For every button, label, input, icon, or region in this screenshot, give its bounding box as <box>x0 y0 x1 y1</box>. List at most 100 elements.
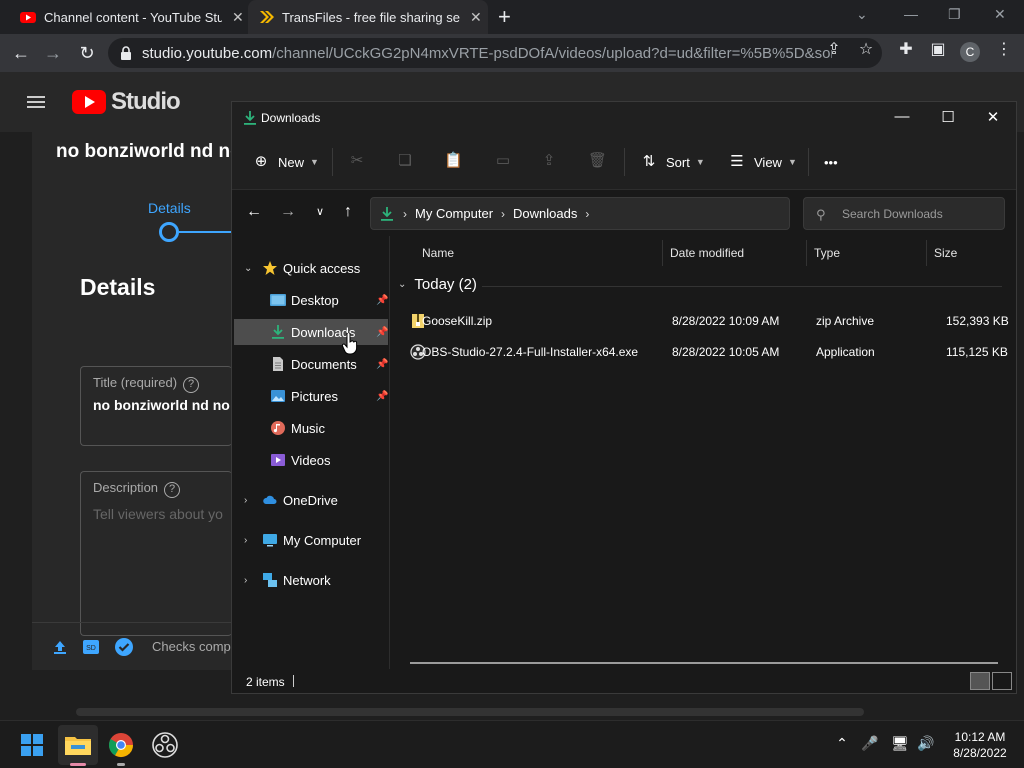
obs-studio-icon[interactable] <box>149 729 181 761</box>
column-header-date-modified[interactable]: Date modified <box>670 246 744 260</box>
nav-label: Documents <box>291 356 357 372</box>
browser-tab-transfiles[interactable]: TransFiles - free file sharing service ✕ <box>248 0 488 34</box>
expand-chevron-icon[interactable]: › <box>244 495 247 506</box>
group-header-today[interactable]: ⌄ Today (2) <box>398 276 477 293</box>
extensions-icon[interactable]: ✚ <box>896 40 916 60</box>
title-field-value[interactable]: no bonziworld nd no <box>93 397 230 413</box>
paste-icon[interactable]: 📋 <box>444 152 463 170</box>
rename-icon[interactable]: ▭ <box>494 152 512 170</box>
collapse-chevron-icon[interactable]: ⌄ <box>398 279 406 290</box>
column-divider[interactable] <box>806 240 807 266</box>
tab-search-icon[interactable]: ⌄ <box>856 6 868 23</box>
address-bar[interactable]: studio.youtube.com/channel/UCckGG2pN4mxV… <box>108 38 882 68</box>
share-icon[interactable]: ⇪ <box>824 40 844 60</box>
table-row[interactable]: OBS-Studio-27.2.4-Full-Installer-x64.exe… <box>400 339 1010 365</box>
breadcrumb-chevron-icon[interactable]: › <box>501 207 505 221</box>
cut-icon[interactable]: ✂ <box>348 152 366 170</box>
close-window-icon[interactable]: ✕ <box>994 6 1006 23</box>
microphone-icon[interactable]: 🎤 <box>860 735 880 752</box>
pin-icon[interactable]: 📌 <box>376 391 388 402</box>
pin-icon[interactable]: 📌 <box>376 359 388 370</box>
nav-item-documents[interactable]: Documents 📌 <box>234 351 388 377</box>
recent-locations-icon[interactable]: ∨ <box>310 202 330 222</box>
table-row[interactable]: GooseKill.zip 8/28/2022 10:09 AM zip Arc… <box>400 308 1010 334</box>
nav-item-onedrive[interactable]: › OneDrive <box>234 487 388 513</box>
new-button[interactable]: ⊕ New ▼ <box>252 152 319 172</box>
expand-chevron-icon[interactable]: › <box>244 575 247 586</box>
maximize-icon[interactable]: ☐ <box>938 108 958 126</box>
step-details-label[interactable]: Details <box>148 200 191 216</box>
up-folder-icon[interactable]: ↑ <box>338 202 358 222</box>
chrome-icon[interactable] <box>105 729 137 761</box>
chrome-menu-icon[interactable]: ⋮ <box>994 40 1014 60</box>
search-input[interactable] <box>842 206 1002 221</box>
description-field[interactable]: Description? Tell viewers about yo <box>80 471 232 636</box>
breadcrumb-downloads[interactable]: Downloads <box>513 206 577 221</box>
sort-button[interactable]: ⇅ Sort ▼ <box>640 152 705 172</box>
pin-icon[interactable]: 📌 <box>376 327 388 338</box>
minimize-icon[interactable]: — <box>892 108 912 125</box>
hamburger-menu-icon[interactable] <box>27 96 45 108</box>
volume-icon[interactable]: 🔊 <box>916 735 936 752</box>
file-explorer-icon[interactable] <box>62 729 94 761</box>
more-options-button[interactable]: ••• <box>824 152 838 172</box>
breadcrumb[interactable]: › My Computer › Downloads › ⌄ ↻ <box>370 197 915 230</box>
nav-item-downloads[interactable]: Downloads 📌 <box>234 319 388 345</box>
nav-label: Quick access <box>283 260 361 276</box>
breadcrumb-my-computer[interactable]: My Computer <box>415 206 493 221</box>
copy-icon[interactable]: ❏ <box>396 152 414 170</box>
step-details-indicator[interactable] <box>159 222 179 242</box>
forward-icon[interactable]: → <box>42 42 64 64</box>
view-button[interactable]: ☰ View ▼ <box>728 152 797 172</box>
bookmark-star-icon[interactable]: ☆ <box>856 40 876 60</box>
large-icons-view-icon[interactable] <box>992 672 1012 690</box>
show-hidden-icons-chevron-icon[interactable]: ⌃ <box>832 735 852 752</box>
help-icon[interactable]: ? <box>183 377 200 393</box>
nav-item-music[interactable]: Music <box>234 415 388 441</box>
expand-chevron-icon[interactable]: › <box>244 535 247 546</box>
page-horizontal-scrollbar[interactable] <box>76 708 864 716</box>
help-icon[interactable]: ? <box>164 482 181 498</box>
column-header-name[interactable]: Name <box>422 246 454 260</box>
breadcrumb-chevron-icon[interactable]: › <box>403 207 407 221</box>
profile-avatar[interactable]: C <box>960 42 980 62</box>
sort-button-label: Sort <box>666 154 690 170</box>
minimize-icon[interactable]: — <box>904 6 918 22</box>
start-windows-icon[interactable] <box>16 729 48 761</box>
explorer-title-bar[interactable]: Downloads — ☐ ✕ <box>232 102 1016 134</box>
column-header-size[interactable]: Size <box>934 246 957 260</box>
column-divider[interactable] <box>662 240 663 266</box>
back-icon[interactable]: ← <box>10 42 32 64</box>
column-header-type[interactable]: Type <box>814 246 840 260</box>
forward-icon[interactable]: → <box>278 202 298 222</box>
nav-item-desktop[interactable]: Desktop 📌 <box>234 287 388 313</box>
nav-item-videos[interactable]: Videos <box>234 447 388 473</box>
close-window-icon[interactable]: ✕ <box>983 108 1003 126</box>
pin-icon[interactable]: 📌 <box>376 295 388 306</box>
delete-icon[interactable]: 🗑 <box>588 152 607 170</box>
nav-item-quick-access[interactable]: ⌄ Quick access <box>234 255 388 281</box>
horizontal-scrollbar[interactable] <box>410 662 998 664</box>
description-placeholder[interactable]: Tell viewers about yo <box>93 506 223 522</box>
details-view-icon[interactable] <box>970 672 990 690</box>
collapse-chevron-icon[interactable]: ⌄ <box>244 263 252 274</box>
youtube-logo[interactable] <box>72 90 106 114</box>
search-field[interactable]: ⚲ <box>803 197 1005 230</box>
browser-tab-youtube-studio[interactable]: Channel content - YouTube Studio ✕ <box>8 0 246 34</box>
column-divider[interactable] <box>926 240 927 266</box>
back-icon[interactable]: ← <box>244 202 264 222</box>
system-clock[interactable]: 10:12 AM 8/28/2022 <box>940 729 1020 761</box>
network-status-icon[interactable]: 🖥 <box>890 735 910 752</box>
side-panel-icon[interactable]: ▣ <box>928 40 948 60</box>
nav-item-pictures[interactable]: Pictures 📌 <box>234 383 388 409</box>
nav-item-my-computer[interactable]: › My Computer <box>234 527 388 553</box>
restore-icon[interactable]: ❐ <box>948 6 961 23</box>
new-tab-button[interactable]: + <box>498 6 511 28</box>
title-field[interactable]: Title (required)? no bonziworld nd no <box>80 366 232 446</box>
reload-icon[interactable]: ↻ <box>76 42 98 64</box>
close-tab-icon[interactable]: ✕ <box>232 9 244 26</box>
share-icon[interactable]: ⇪ <box>540 152 558 170</box>
close-tab-icon[interactable]: ✕ <box>470 9 482 26</box>
nav-item-network[interactable]: › Network <box>234 567 388 593</box>
breadcrumb-chevron-icon[interactable]: › <box>585 207 589 221</box>
